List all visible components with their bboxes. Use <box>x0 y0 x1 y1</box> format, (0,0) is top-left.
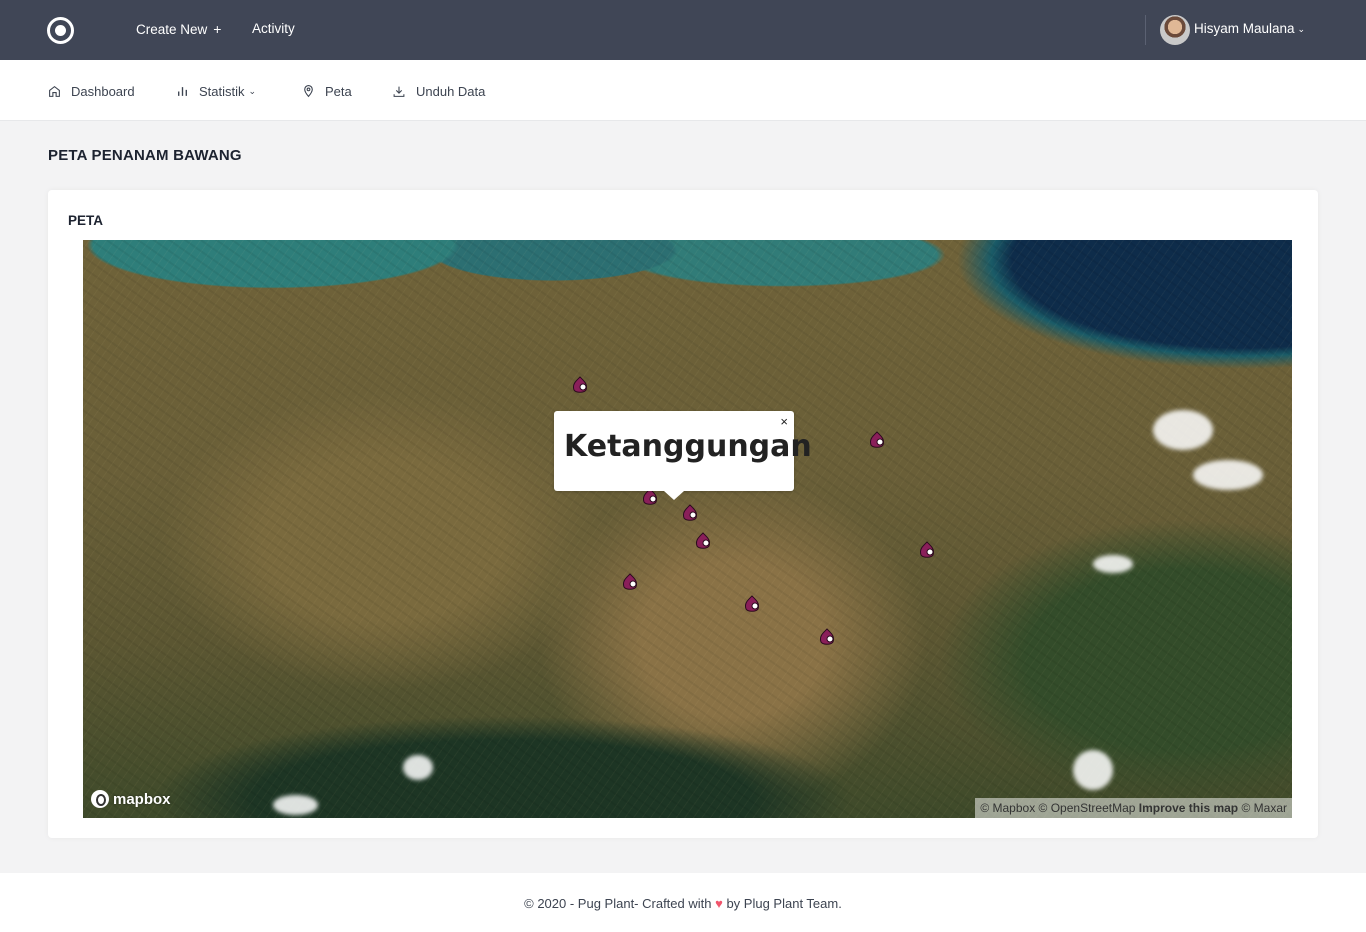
map-canvas[interactable]: × Ketanggungan mapbox © Mapbox © OpenStr… <box>83 240 1292 818</box>
attribution-mapbox[interactable]: © Mapbox <box>980 801 1035 815</box>
improve-map-link[interactable]: Improve this map <box>1139 801 1238 815</box>
nav-label: Statistik <box>199 83 245 99</box>
map-texture <box>83 240 1292 818</box>
map-cloud <box>403 755 433 780</box>
nav-item-unduh-data[interactable]: Unduh Data <box>392 82 485 100</box>
onion-icon[interactable] <box>742 594 762 614</box>
onion-icon[interactable] <box>680 503 700 523</box>
create-new-label: Create New <box>136 22 208 37</box>
page-title: PETA PENANAM BAWANG <box>48 147 242 164</box>
map-cloud <box>1073 750 1113 790</box>
topbar-divider <box>1145 15 1146 45</box>
map-popup: × Ketanggungan <box>554 411 812 500</box>
user-menu[interactable]: Hisyam Maulana ⌄ <box>1194 21 1305 36</box>
card-title: PETA <box>68 213 104 228</box>
home-icon <box>49 85 60 97</box>
bar-chart-icon <box>178 86 187 96</box>
nav-label: Dashboard <box>71 83 135 99</box>
onion-icon[interactable] <box>817 627 837 647</box>
attribution-osm[interactable]: © OpenStreetMap <box>1039 801 1136 815</box>
download-icon <box>393 86 405 97</box>
attribution-maxar[interactable]: © Maxar <box>1241 801 1287 815</box>
map-cloud <box>1093 555 1133 573</box>
footer: © 2020 - Pug Plant- Crafted with ♥ by Pl… <box>0 873 1366 932</box>
mapbox-logo[interactable]: mapbox <box>91 790 171 808</box>
mapbox-logo-text: mapbox <box>113 790 171 808</box>
footer-prefix: © 2020 - Pug Plant- Crafted with <box>524 896 712 911</box>
onion-icon[interactable] <box>693 531 713 551</box>
user-avatar[interactable] <box>1160 15 1190 45</box>
map-cloud <box>273 795 318 815</box>
activity-link[interactable]: Activity <box>252 21 295 36</box>
nav-item-statistik[interactable]: Statistik ⌄ <box>176 82 256 100</box>
close-icon[interactable]: × <box>780 414 788 429</box>
onion-icon[interactable] <box>867 430 887 450</box>
main-nav: Dashboard Statistik ⌄ Peta Unduh Data <box>0 60 1366 121</box>
nav-item-dashboard[interactable]: Dashboard <box>48 82 135 100</box>
topbar: Create New + Activity Hisyam Maulana ⌄ <box>0 0 1366 60</box>
map-attribution: © Mapbox © OpenStreetMap Improve this ma… <box>975 798 1292 818</box>
map-cloud <box>1193 460 1263 490</box>
map-cloud <box>1153 410 1213 450</box>
nav-item-peta[interactable]: Peta <box>302 82 352 100</box>
map-pin-icon <box>304 85 313 98</box>
onion-icon[interactable] <box>917 540 937 560</box>
footer-suffix: by Plug Plant Team. <box>726 896 842 911</box>
heart-icon: ♥ <box>715 896 723 911</box>
user-name: Hisyam Maulana <box>1194 21 1295 36</box>
chevron-down-icon: ⌄ <box>248 85 257 96</box>
popup-location-name: Ketanggungan <box>564 429 812 464</box>
chevron-down-icon: ⌄ <box>1297 24 1306 34</box>
nav-label: Unduh Data <box>416 83 486 99</box>
nav-label: Peta <box>325 83 352 99</box>
mapbox-icon <box>91 790 109 808</box>
plus-icon: + <box>213 21 222 37</box>
onion-icon[interactable] <box>620 572 640 592</box>
footer-text: © 2020 - Pug Plant- Crafted with ♥ by Pl… <box>0 896 1366 911</box>
map-card: PETA × Ketanggungan mapbox © Mapbox © Op… <box>48 190 1318 838</box>
onion-icon[interactable] <box>570 375 590 395</box>
app-logo[interactable] <box>47 17 74 44</box>
create-new-button[interactable]: Create New + <box>136 21 221 37</box>
